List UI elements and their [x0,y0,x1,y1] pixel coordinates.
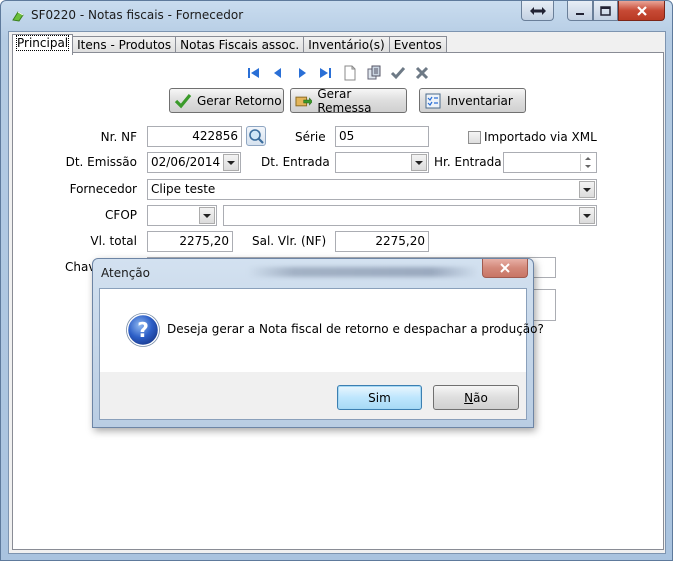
nao-label-rest: ão [473,390,488,405]
nao-label: Não [464,391,488,405]
hr-entrada-spinner[interactable] [580,154,595,171]
spin-up-icon[interactable] [581,154,595,162]
cfop-combo[interactable] [147,205,217,226]
tab-label: Notas Fiscais assoc. [180,38,300,52]
vl-total-label: Vl. total [90,234,137,248]
importado-xml-label: Importado via XML [484,130,597,144]
fornecedor-combo[interactable]: Clipe teste [147,179,597,200]
restore-button[interactable] [521,1,554,21]
fornecedor-value: Clipe teste [151,182,216,196]
copy-record-icon[interactable] [366,65,382,81]
dt-emissao-field[interactable]: 02/06/2014 [147,152,241,173]
hr-entrada-label: Hr. Entrada [434,155,502,169]
chave-label: Chav [65,260,96,274]
save-check-icon[interactable] [390,65,406,81]
minimize-icon [576,12,584,15]
tab-label: Principal [15,35,70,51]
next-record-icon[interactable] [294,65,310,81]
dialog-body: ? Deseja gerar a Nota fiscal de retorno … [99,288,544,420]
vl-total-field[interactable]: 2275,20 [147,231,233,252]
tab-label: Inventário(s) [308,38,385,52]
nr-nf-label: Nr. NF [100,130,137,144]
dialog-message-area: ? Deseja gerar a Nota fiscal de retorno … [100,289,544,372]
new-record-icon[interactable] [342,65,358,81]
serie-label: Série [295,130,326,144]
green-check-icon [174,93,192,108]
dt-entrada-field[interactable] [335,152,429,173]
last-record-icon[interactable] [317,65,333,81]
close-button[interactable] [618,1,665,21]
fornecedor-label: Fornecedor [69,182,137,196]
nr-nf-field[interactable]: 422856 [147,126,242,147]
title-bar-glass [248,267,478,277]
cfop-description-combo[interactable] [223,205,597,226]
resize-arrows-icon [529,6,546,15]
tab-strip: Principal Itens - Produtos Notas Fiscais… [12,34,447,55]
close-icon [500,263,510,273]
dialog-title: Atenção [101,266,150,280]
serie-field[interactable]: 05 [335,126,429,147]
nao-button[interactable]: Não [433,385,519,410]
inventory-list-icon [425,93,441,108]
tab-label: Itens - Produtos [77,38,172,52]
sim-button[interactable]: Sim [337,385,422,410]
dt-emissao-value: 02/06/2014 [151,155,221,169]
dialog-message: Deseja gerar a Nota fiscal de retorno e … [167,322,544,336]
sal-vlr-field[interactable]: 2275,20 [335,231,429,252]
previous-record-icon[interactable] [270,65,286,81]
dt-emissao-dropdown-icon[interactable] [223,154,239,171]
cfop-description-dropdown-icon[interactable] [579,207,595,224]
hr-entrada-field[interactable] [503,152,597,173]
close-icon [636,5,647,16]
tab-principal[interactable]: Principal [12,34,74,55]
cfop-label: CFOP [105,208,137,222]
maximize-icon [600,5,611,16]
dialog-close-button[interactable] [482,259,528,278]
nao-mnemonic: N [464,390,474,405]
cancel-x-icon[interactable] [414,65,430,81]
spin-down-icon[interactable] [581,162,595,170]
window-title: SF0220 - Notas fiscais - Fornecedor [31,8,244,22]
search-nf-button[interactable] [246,126,266,146]
inventariar-label: Inventariar [447,93,513,108]
title-bar: SF0220 - Notas fiscais - Fornecedor [1,1,672,31]
inventariar-button[interactable]: Inventariar [419,88,526,113]
dt-entrada-label: Dt. Entrada [261,155,330,169]
importado-xml-checkbox[interactable] [468,131,481,144]
gerar-retorno-label: Gerar Retorno [197,93,282,108]
svg-text:?: ? [137,318,149,342]
fornecedor-dropdown-icon[interactable] [579,181,595,198]
gerar-retorno-button[interactable]: Gerar Retorno [169,88,284,113]
dt-emissao-label: Dt. Emissão [65,155,137,169]
magnifier-icon [249,129,264,144]
send-package-icon [295,96,313,106]
sal-vlr-label: Sal. Vlr. (NF) [252,234,327,248]
dt-entrada-dropdown-icon[interactable] [411,154,427,171]
confirmation-dialog: Atenção ? Deseja gerar a Nota fiscal de … [92,258,544,428]
gerar-remessa-label: Gerar Remessa [317,86,372,115]
minimize-button[interactable] [567,1,593,21]
cfop-dropdown-icon[interactable] [199,207,215,224]
sim-label: Sim [368,390,391,405]
maximize-button[interactable] [593,1,618,21]
app-icon [12,11,24,22]
tab-label: Eventos [393,38,442,52]
question-icon: ? [126,313,160,347]
gerar-remessa-button[interactable]: Gerar Remessa [290,86,407,115]
main-window: SF0220 - Notas fiscais - Fornecedor Prin [0,0,673,561]
first-record-icon[interactable] [246,65,262,81]
